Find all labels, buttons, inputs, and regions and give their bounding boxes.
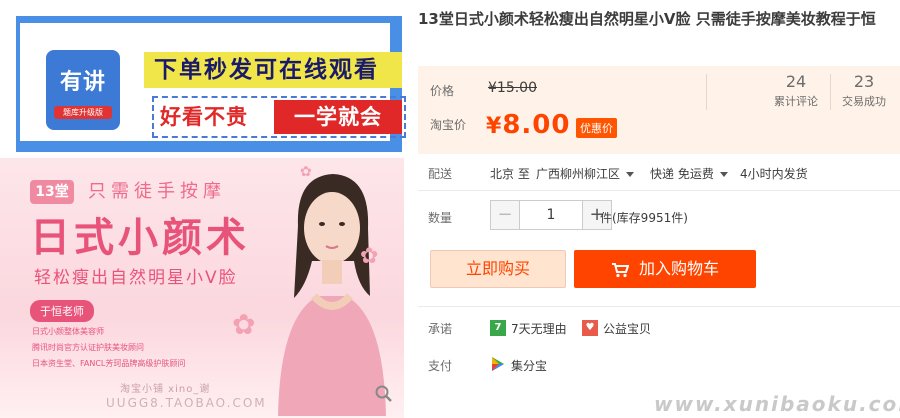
credential-item: 日式小颜整体美容师	[32, 327, 104, 336]
shipping-method: 快递 免运费	[650, 167, 714, 181]
poster-subtitle: 只需徒手按摩	[88, 181, 226, 202]
current-price: ¥8.00	[486, 110, 570, 140]
course-poster: 13堂 只需徒手按摩 日式小颜术 轻松瘦出自然明星小V脸 于恒老师 日式小颜整体…	[0, 158, 404, 418]
divider	[418, 306, 900, 307]
product-title: 13堂日式小颜术轻松瘦出自然明星小V脸 只需徒手按摩美妆教程于恒	[418, 10, 876, 28]
logo-subtext: 题库升级版	[54, 106, 112, 119]
lesson-count-tag: 13堂	[30, 180, 74, 204]
quantity-stepper: − 1 +	[490, 200, 612, 230]
sakura-icon: ✿	[300, 164, 312, 180]
teacher-credentials: 日式小颜整体美容师 腾讯时尚官方认证护肤美妆顾问 日本资生堂、FANCL芳珂品牌…	[32, 324, 185, 372]
taobao-price-label: 淘宝价	[430, 118, 467, 132]
seven-day-return-icon: 7	[490, 320, 506, 336]
teacher-portrait	[278, 174, 386, 416]
cart-icon	[611, 262, 629, 277]
delivery-label: 配送	[428, 167, 453, 181]
stock-info: 件(库存9951件)	[600, 211, 688, 225]
promise-label: 承诺	[428, 322, 453, 336]
promise-return[interactable]: 7天无理由	[511, 320, 567, 337]
shop-url-watermark: UUGG8.TAOBAO.COM	[106, 396, 267, 410]
original-price: ¥15.00	[488, 80, 537, 96]
poster-title: 日式小颜术	[30, 215, 250, 261]
slogan-affordable: 好看不贵	[160, 105, 248, 129]
promo-banner: 有讲 题库升级版 下单秒发可在线观看 好看不贵 一学就会	[16, 16, 406, 152]
slogan-line-1: 下单秒发可在线观看	[144, 52, 402, 88]
shipping-method-select[interactable]: 快递 免运费	[650, 165, 728, 182]
youjiang-logo: 有讲 题库升级版	[46, 50, 120, 130]
review-count[interactable]: 24 累计评论	[764, 72, 828, 110]
price-panel: 价格 ¥15.00 淘宝价 ¥8.00 优惠价 24 累计评论 23 交易成功	[418, 66, 900, 154]
quantity-decrease-button[interactable]: −	[491, 201, 519, 229]
product-main-image[interactable]: 有讲 题库升级版 下单秒发可在线观看 好看不贵 一学就会 13堂 只需徒手按摩 …	[0, 0, 406, 418]
shop-watermark: 淘宝小铺 xino_谢	[120, 384, 211, 395]
slogan-line-2: 好看不贵 一学就会	[152, 96, 406, 138]
sakura-icon: ✿	[360, 244, 379, 269]
delivery-destination: 广西柳州柳江区	[536, 167, 621, 181]
currency-symbol: ¥	[486, 114, 503, 139]
promo-badge: 优惠价	[576, 118, 617, 138]
chevron-down-icon	[719, 172, 728, 177]
ship-time: 4小时内发货	[740, 167, 808, 181]
sales-count: 23 交易成功	[832, 72, 896, 110]
current-price-value: 8.00	[502, 110, 571, 140]
divider	[418, 190, 900, 191]
credential-item: 日本资生堂、FANCL芳珂品牌高级护肤顾问	[32, 359, 186, 368]
zoom-icon[interactable]	[374, 384, 394, 404]
divider	[706, 74, 707, 110]
sales-count-label: 交易成功	[842, 95, 886, 108]
review-count-number: 24	[785, 72, 807, 91]
add-to-cart-button[interactable]: 加入购物车	[574, 250, 756, 288]
poster-tagline: 轻松瘦出自然明星小V脸	[34, 268, 238, 288]
payment-label: 支付	[428, 359, 453, 373]
sakura-icon: ✿	[232, 308, 256, 341]
chevron-down-icon	[626, 172, 635, 177]
credential-item: 腾讯时尚官方认证护肤美妆顾问	[32, 343, 144, 352]
delivery-from: 北京 至	[490, 167, 530, 181]
divider	[830, 74, 831, 110]
quantity-label: 数量	[428, 211, 453, 225]
sales-count-number: 23	[853, 72, 875, 91]
buy-now-button[interactable]: 立即购买	[430, 250, 566, 288]
jifenbao-icon	[490, 356, 506, 372]
payment-method: 集分宝	[511, 359, 548, 373]
site-watermark: www.xunibaoku.com	[654, 392, 900, 416]
delivery-destination-select[interactable]: 广西柳州柳江区	[536, 165, 635, 182]
review-count-label: 累计评论	[774, 95, 818, 108]
add-to-cart-label: 加入购物车	[638, 259, 719, 278]
charity-heart-icon: ♥	[582, 320, 598, 336]
logo-text: 有讲	[59, 70, 106, 95]
teacher-badge: 于恒老师	[30, 300, 94, 322]
quantity-input[interactable]: 1	[519, 201, 583, 229]
slogan-easy-learn: 一学就会	[274, 100, 402, 134]
price-label: 价格	[430, 84, 455, 98]
promise-charity[interactable]: 公益宝贝	[603, 320, 651, 337]
